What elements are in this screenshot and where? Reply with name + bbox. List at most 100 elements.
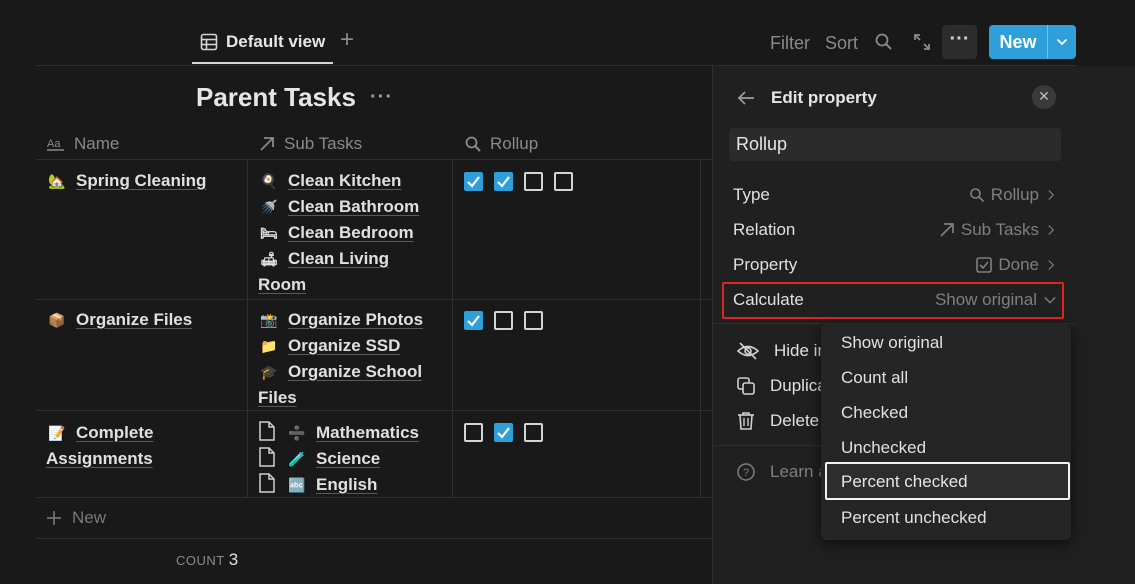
relation-row[interactable]: Relation Sub Tasks	[733, 215, 1057, 245]
type-value: Rollup	[990, 185, 1039, 204]
menu-item-show-original[interactable]: Show original	[841, 333, 943, 353]
sub-task-label: Files	[258, 388, 297, 407]
tab-default-view[interactable]: Default view	[192, 24, 334, 64]
page-title[interactable]: Parent Tasks	[196, 82, 356, 113]
relation-value: Sub Tasks	[960, 220, 1039, 239]
sub-task-link[interactable]: 🧪 Science	[258, 446, 380, 472]
property-name-input[interactable]: Rollup	[729, 128, 1061, 161]
sub-task-link[interactable]: 🚿 Clean Bathroom	[258, 194, 419, 220]
database-more-button[interactable]: ···	[370, 86, 393, 109]
sub-task-link[interactable]: ➗ Mathematics	[258, 420, 419, 446]
column-header-sub-tasks[interactable]: Sub Tasks	[258, 128, 362, 160]
row-divider	[36, 299, 712, 300]
column-header-name[interactable]: Aa Name	[46, 128, 119, 160]
table-row-name-wrap[interactable]: Assignments	[46, 446, 153, 472]
sub-task-link[interactable]: 📁 Organize SSD	[258, 333, 400, 359]
count-label: COUNT	[176, 553, 225, 568]
sub-task-emoji: 📸	[260, 312, 278, 328]
rollup-checkbox-unchecked	[524, 423, 543, 442]
column-divider	[700, 160, 701, 497]
row-title-line2: Assignments	[46, 449, 153, 468]
column-divider	[452, 160, 453, 497]
sub-task-label: Organize Photos	[288, 310, 424, 329]
filter-button[interactable]: Filter	[770, 33, 810, 54]
calculate-dropdown-menu: Show original Count all Checked Unchecke…	[821, 324, 1071, 540]
new-row-label: New	[72, 508, 107, 527]
close-icon[interactable]: ✕	[1032, 85, 1056, 109]
row-divider	[36, 410, 712, 411]
page-icon	[259, 447, 275, 467]
row-title: Spring Cleaning	[76, 171, 207, 190]
rollup-checkbox-checked	[494, 172, 513, 191]
sub-task-emoji: 🍳	[260, 173, 278, 189]
new-button-group: New	[989, 25, 1076, 59]
menu-item-count-all[interactable]: Count all	[841, 368, 908, 388]
rollup-checkbox-checked	[464, 311, 483, 330]
type-row[interactable]: Type Rollup	[733, 180, 1057, 210]
new-dropdown-button[interactable]	[1048, 25, 1076, 59]
sort-button[interactable]: Sort	[825, 33, 858, 54]
sub-task-link[interactable]: 🍳 Clean Kitchen	[258, 168, 401, 194]
sub-task-link[interactable]: 🔤 English	[258, 472, 377, 498]
sub-task-emoji: ➗	[288, 425, 306, 441]
sub-task-label: Organize School	[288, 362, 423, 381]
menu-item-percent-checked-label: Percent checked	[841, 472, 968, 491]
toolbar: Default view + Filter Sort ··· New	[0, 0, 1135, 66]
expand-icon[interactable]	[912, 32, 932, 52]
sub-task-emoji: 🔤	[288, 477, 306, 493]
rollup-checkbox-unchecked	[524, 172, 543, 191]
sub-task-link-wrap[interactable]: Room	[258, 272, 306, 298]
new-row-button[interactable]: New	[46, 508, 106, 528]
add-view-button[interactable]: +	[340, 28, 354, 52]
menu-item-percent-unchecked[interactable]: Percent unchecked	[841, 508, 987, 528]
chevron-right-icon	[1048, 225, 1055, 235]
page-icon	[259, 421, 275, 441]
footer-divider	[36, 538, 712, 539]
sub-task-emoji: 🚿	[260, 199, 278, 215]
panel-title: Edit property	[771, 88, 877, 107]
sub-task-emoji: 📁	[260, 338, 278, 354]
menu-item-unchecked[interactable]: Unchecked	[841, 438, 926, 458]
search-icon[interactable]	[874, 32, 894, 52]
relation-arrow-icon	[940, 223, 954, 237]
duplicate-icon	[737, 377, 755, 395]
more-options-button[interactable]: ···	[942, 25, 977, 59]
chevron-right-icon	[1048, 190, 1055, 200]
table-row-name[interactable]: 📝 Complete	[48, 420, 153, 446]
table-row-name[interactable]: 📦 Organize Files	[48, 307, 192, 333]
column-divider	[247, 160, 248, 497]
sub-task-label: Clean Bedroom	[288, 223, 414, 242]
type-label: Type	[733, 185, 770, 204]
svg-text:?: ?	[743, 467, 749, 479]
text-property-icon: Aa	[47, 138, 64, 151]
search-icon	[969, 188, 984, 203]
sub-task-link[interactable]: 📸 Organize Photos	[258, 307, 423, 333]
new-button[interactable]: New	[989, 25, 1047, 59]
property-label: Property	[733, 255, 798, 274]
relation-label: Relation	[733, 220, 796, 239]
sub-task-emoji: 🎓	[260, 364, 278, 380]
memo-icon: 📝	[48, 425, 66, 441]
property-row[interactable]: Property Done	[733, 250, 1057, 280]
eye-off-icon	[736, 342, 760, 360]
count-value: 3	[228, 550, 239, 569]
rollup-checkbox-checked	[464, 172, 483, 191]
rollup-checkbox-unchecked	[554, 172, 573, 191]
table-row-name[interactable]: 🏡 Spring Cleaning	[48, 168, 206, 194]
table-icon	[200, 33, 218, 51]
column-header-rollup[interactable]: Rollup	[464, 128, 538, 160]
sub-task-label: Clean Kitchen	[288, 171, 402, 190]
sub-task-link[interactable]: 🎓 Organize School	[258, 359, 422, 385]
sub-task-emoji: 🧪	[288, 451, 306, 467]
relation-arrow-icon	[260, 137, 274, 151]
trash-icon	[738, 412, 754, 430]
sub-task-link-wrap[interactable]: Files	[258, 385, 297, 411]
menu-item-percent-checked[interactable]: Percent checked	[825, 462, 1070, 500]
sub-task-link[interactable]: 🛏 Clean Bedroom	[258, 220, 414, 246]
help-circle-icon: ?	[737, 463, 755, 481]
menu-item-checked[interactable]: Checked	[841, 403, 908, 423]
sub-task-link[interactable]: 🛋 Clean Living	[258, 246, 389, 272]
plus-icon	[47, 511, 61, 525]
arrow-left-icon[interactable]	[736, 88, 756, 108]
count-footer[interactable]: COUNT 3	[176, 550, 239, 570]
